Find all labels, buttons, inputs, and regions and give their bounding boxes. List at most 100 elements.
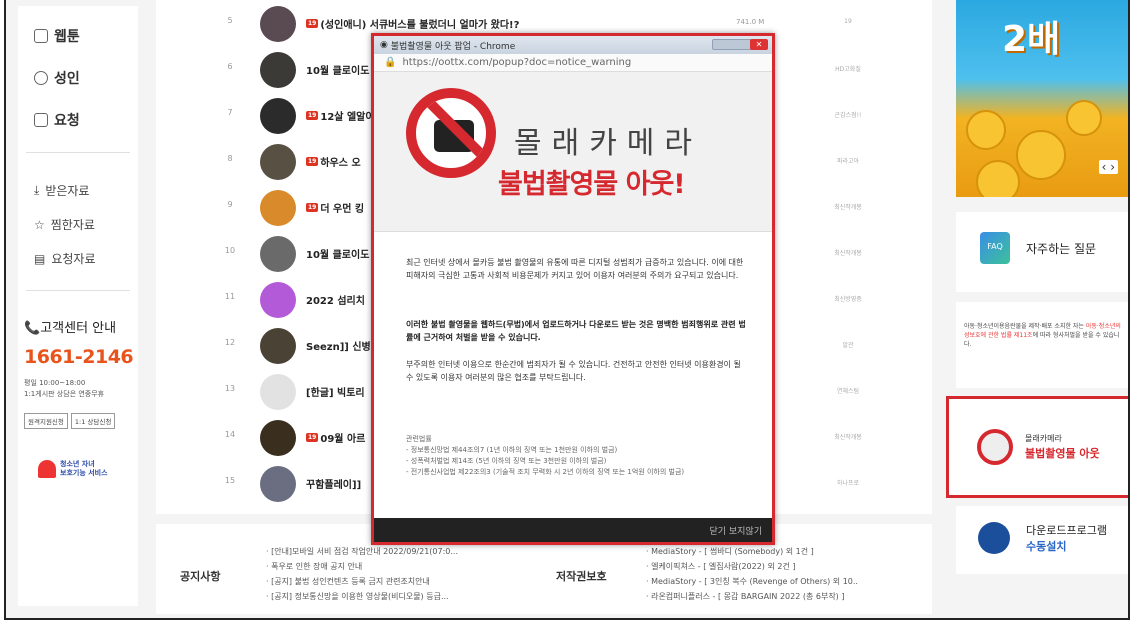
hidden-camera-label: 몰래카메라	[1025, 434, 1062, 443]
thumbnail[interactable]	[260, 328, 296, 364]
age-notice-text: 아동·청소년이용음란물을 제작·배포 소지한 자는 아동·청소년의 성보호에 관…	[964, 323, 1121, 348]
item-title[interactable]: Seezn]] 신병	[306, 338, 371, 353]
rank-number: 7	[227, 108, 233, 117]
customer-phone: 1661-2146	[24, 346, 134, 368]
thumbnail[interactable]	[260, 282, 296, 318]
copyright-item[interactable]: · 라온컴퍼니플러스 - [ 몽갑 BARGAIN 2022 (총 6부작) ]	[646, 589, 858, 604]
thumbnail[interactable]	[260, 98, 296, 134]
adult-badge: 19	[306, 19, 319, 28]
notice-item[interactable]: · [안내]모바일 서비 점검 작업안내 2022/09/21(07:0...	[266, 544, 458, 559]
thumbnail[interactable]	[260, 236, 296, 272]
faq-card[interactable]: FAQ 자주하는 질문	[956, 212, 1128, 292]
category-tag: 연체스팀	[836, 388, 860, 395]
adult-badge: 19	[306, 157, 319, 166]
category-tag: 최신작개봉	[834, 204, 862, 211]
notice-item[interactable]: · 폭우로 인한 장애 공지 안내	[266, 559, 458, 574]
item-title[interactable]: 19 하우스 오	[306, 154, 361, 169]
category-tag: 19	[844, 18, 852, 25]
faq-label: 자주하는 질문	[1026, 242, 1097, 256]
item-title[interactable]: 10월 클로이도	[306, 246, 369, 261]
left-sidebar: 웹툰 성인 요청 ⤓ 받은자료 ☆ 찜한자료 ▤ 요청자료 📞고객센터 안내 1…	[18, 6, 138, 606]
popup-titlebar[interactable]: ◉ 불법촬영물 아웃 팝업 - Chrome ✕	[374, 36, 772, 54]
close-icon[interactable]: ✕	[750, 39, 768, 50]
notice-item[interactable]: · [공지] 불법 성인컨텐츠 등록 금지 관련조치안내	[266, 574, 458, 589]
no-camera-icon	[406, 88, 496, 178]
menu-webtoon[interactable]: 웹툰	[34, 26, 80, 46]
chrome-icon: ◉	[380, 40, 391, 50]
adult-badge: 19	[306, 111, 319, 120]
thumbnail[interactable]	[260, 144, 296, 180]
menu-adult-label: 성인	[54, 71, 80, 87]
copyright-item[interactable]: · MediaStory - [ 3인칭 복수 (Revenge of Othe…	[646, 574, 858, 589]
popup-footer: 닫기 보지않기	[374, 518, 772, 542]
warning-popup-window: ◉ 불법촬영물 아웃 팝업 - Chrome ✕ 🔒 https://oottx…	[371, 33, 775, 545]
request-list-icon: ▤	[34, 251, 46, 266]
manual-install-label: 수동설치	[1026, 540, 1067, 553]
menu-request-label: 요청	[54, 113, 80, 129]
rank-number: 9	[227, 200, 233, 209]
rank-number: 10	[224, 246, 236, 255]
request-icon	[34, 113, 48, 127]
download-icon	[978, 522, 1010, 554]
dont-show-again-button[interactable]: 닫기 보지않기	[709, 524, 762, 537]
item-title[interactable]: 19 12살 엘알이	[306, 108, 375, 123]
file-size: 741.0 M	[736, 18, 765, 26]
siren-icon	[38, 460, 56, 478]
popup-paragraph-1: 최근 인터넷 상에서 몰카등 불법 촬영물의 유통에 따른 디지털 성범죄가 급…	[406, 258, 744, 280]
item-title[interactable]: 2022 섬리치	[306, 292, 365, 307]
item-title[interactable]: 19 (성인애니) 서큐버스를 불렀더니 얼마가 왔다!?	[306, 16, 519, 31]
sub-favorites[interactable]: ☆ 찜한자료	[34, 216, 95, 233]
category-tag: 알관	[842, 342, 854, 349]
adult-badge: 19	[306, 433, 319, 442]
thumbnail[interactable]	[260, 466, 296, 502]
promo-banner[interactable]: 2배 ‹ ›	[956, 0, 1128, 197]
faq-icon: FAQ	[980, 232, 1010, 264]
menu-request[interactable]: 요청	[34, 110, 80, 130]
item-title[interactable]: [한글] 빅토리	[306, 384, 365, 399]
divider	[26, 290, 130, 291]
notice-item[interactable]: · [공지] 정보통신망을 이용한 영상물(비디오물) 등급...	[266, 589, 458, 604]
sub-received[interactable]: ⤓ 받은자료	[34, 182, 89, 199]
remote-support-button[interactable]: 원격지원신청	[24, 413, 68, 429]
browser-viewport: 웹툰 성인 요청 ⤓ 받은자료 ☆ 찜한자료 ▤ 요청자료 📞고객센터 안내 1…	[4, 0, 1130, 620]
copyright-list: · MediaStory - [ 썸바디 (Somebody) 외 1건 ] ·…	[646, 544, 858, 604]
thumbnail[interactable]	[260, 52, 296, 88]
copyright-title: 저작권보호	[556, 570, 607, 583]
sub-requests[interactable]: ▤ 요청자료	[34, 250, 96, 267]
consult-button[interactable]: 1:1 상담신청	[70, 413, 116, 429]
sub-received-label: 받은자료	[45, 184, 90, 198]
menu-adult[interactable]: 성인	[34, 68, 80, 88]
thumbnail[interactable]	[260, 374, 296, 410]
popup-law-list: 관련법률 - 정보통신망법 제44조의7 (1년 이하의 징역 또는 1천만원 …	[406, 435, 685, 476]
thumbnail[interactable]	[260, 190, 296, 226]
coin-icon	[1016, 130, 1066, 180]
thumbnail[interactable]	[260, 420, 296, 456]
item-title[interactable]: 10월 클로이도	[306, 62, 369, 77]
item-title[interactable]: 꾸함플레이]]	[306, 476, 361, 491]
adult-badge: 19	[306, 203, 319, 212]
customer-hours: 평일 10:00~18:00 1:1게시판 상담은 연중무휴	[24, 379, 105, 398]
hidden-camera-banner[interactable]: 몰래카메라 불법촬영물 아웃	[946, 396, 1128, 498]
item-title[interactable]: 19 09월 아르	[306, 430, 365, 445]
download-program-card[interactable]: 다운로드프로그램 수동설치	[956, 506, 1128, 574]
copyright-item[interactable]: · MediaStory - [ 썸바디 (Somebody) 외 1건 ]	[646, 544, 858, 559]
item-title[interactable]: 19 더 우먼 킹	[306, 200, 364, 215]
category-tag: 곤감스점!!	[834, 112, 862, 119]
copyright-item[interactable]: · 엘케이픽쳐스 - [ 엘집사람(2022) 외 2건 ]	[646, 559, 858, 574]
category-tag: 파라고아	[836, 158, 860, 165]
window-controls[interactable]	[712, 39, 752, 50]
coin-icon	[976, 160, 1020, 197]
youth-protection-banner[interactable]: 청소년 자녀 보호기능 서비스	[38, 460, 108, 478]
promo-text: 2배	[1002, 19, 1061, 60]
customer-center-title: 📞고객센터 안내	[24, 321, 117, 336]
category-tag: 최신방영중	[834, 296, 862, 303]
carousel-arrows[interactable]: ‹ ›	[1098, 160, 1118, 174]
thumbnail[interactable]	[260, 6, 296, 42]
sub-requests-label: 요청자료	[51, 252, 96, 266]
age-notice-card: 아동·청소년이용음란물을 제작·배포 소지한 자는 아동·청소년의 성보호에 관…	[956, 302, 1128, 388]
menu-webtoon-label: 웹툰	[54, 29, 80, 45]
category-tag: HD고화질	[835, 66, 861, 73]
rank-number: 14	[224, 430, 236, 439]
popup-paragraph-3: 부주의한 인터넷 이용으로 한순간에 범죄자가 될 수 있습니다. 건전하고 안…	[406, 360, 741, 382]
banner-subheading: 불법촬영물 아웃!	[498, 169, 686, 200]
